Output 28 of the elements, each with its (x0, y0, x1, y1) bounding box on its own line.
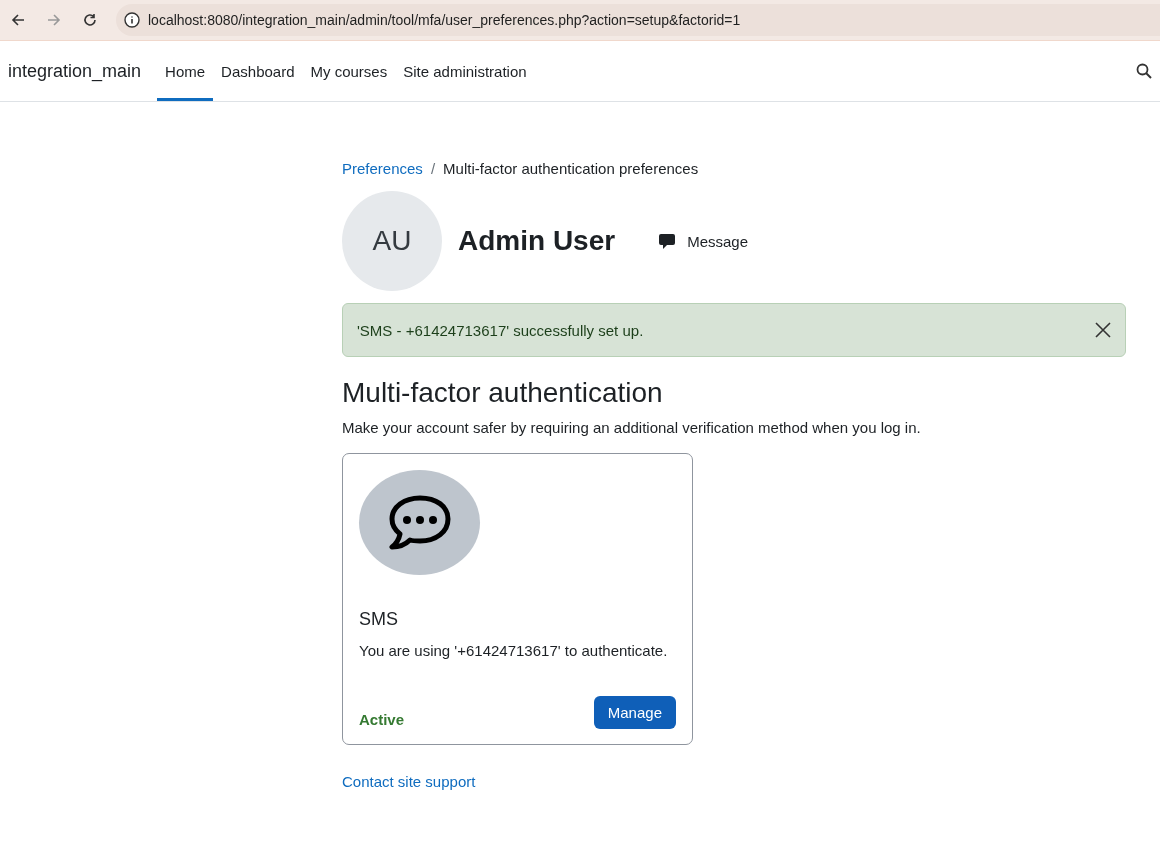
message-link[interactable]: Message (687, 232, 749, 250)
chat-bubble-icon (387, 494, 452, 551)
contact-support-link[interactable]: Contact site support (342, 773, 476, 790)
back-icon[interactable] (11, 13, 25, 27)
url-text[interactable]: localhost:8080/integration_main/admin/tool/mfa/user_preferences.php?action=setup&factorid=1 (148, 12, 741, 28)
search-icon[interactable] (1136, 63, 1152, 79)
user-avatar: AU (342, 191, 442, 291)
speech-bubble-icon[interactable] (659, 233, 676, 249)
breadcrumb-current: Multi-factor authentication preferences (443, 160, 699, 177)
nav-tab[interactable]: My courses (302, 44, 396, 101)
nav-tab[interactable]: Site administration (395, 44, 535, 101)
factor-title: SMS (359, 609, 399, 630)
nav-tab[interactable]: Home (157, 44, 214, 101)
site-name[interactable]: integration_main (8, 41, 142, 101)
alert-text: 'SMS - +61424713617' successfully set up. (357, 321, 644, 339)
nav-tab[interactable]: Dashboard (213, 44, 303, 101)
address-bar[interactable]: localhost:8080/integration_main/admin/tool/mfa/user_preferences.php?action=setup&factorid=1 (116, 4, 1160, 36)
factor-status: Active (359, 711, 405, 728)
info-icon[interactable] (124, 12, 140, 28)
breadcrumb-link[interactable]: Preferences (342, 160, 423, 177)
close-icon[interactable] (1095, 322, 1111, 338)
user-name: Admin User (458, 225, 616, 257)
breadcrumb-separator: / (430, 160, 436, 177)
section-heading: Multi-factor authentication (342, 377, 664, 409)
intro-text: Make your account safer by requiring an additional verification method when you log in. (342, 419, 922, 436)
factor-description: You are using '+61424713617' to authenticate. (359, 642, 669, 659)
manage-button[interactable]: Manage (593, 696, 676, 729)
reload-icon[interactable] (83, 13, 97, 27)
